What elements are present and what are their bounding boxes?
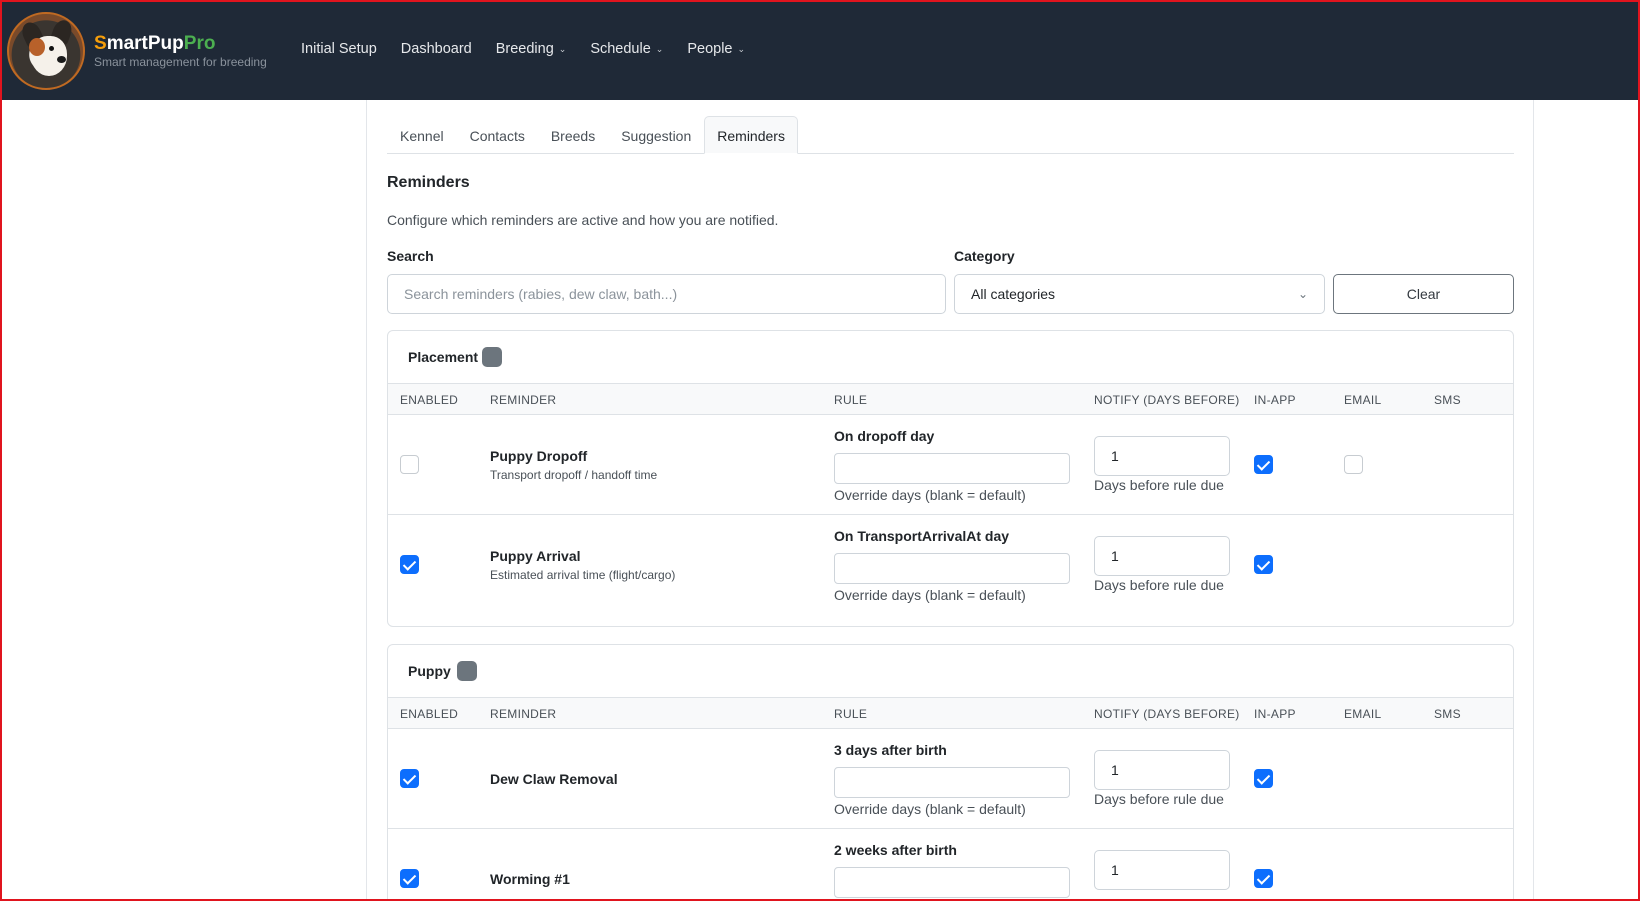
reminder-subtitle: Transport dropoff / handoff time xyxy=(490,468,658,482)
tab-kennel[interactable]: Kennel xyxy=(387,116,457,154)
col-notify: Notify (days before) xyxy=(1094,707,1240,721)
reminder-name: Puppy Arrival xyxy=(490,548,581,564)
chevron-down-icon: ⌄ xyxy=(737,43,746,54)
override-help: Override days (blank = default) xyxy=(834,587,1026,603)
reminder-subtitle: Estimated arrival time (flight/cargo) xyxy=(490,568,676,582)
table-row: Puppy Arrival Estimated arrival time (fl… xyxy=(388,515,1513,615)
inapp-checkbox[interactable] xyxy=(1254,769,1273,788)
enabled-checkbox[interactable] xyxy=(400,769,419,788)
nav-initial-setup[interactable]: Initial Setup xyxy=(301,41,377,57)
top-navbar: SmartPupPro Smart management for breedin… xyxy=(0,0,1640,100)
chevron-down-icon: ⌄ xyxy=(1297,287,1308,301)
rule-text: On TransportArrivalAt day xyxy=(834,528,1010,544)
chevron-down-icon: ⌄ xyxy=(655,43,664,54)
rule-text: 3 days after birth xyxy=(834,742,947,758)
notify-days-input[interactable] xyxy=(1094,850,1230,890)
override-help: Override days (blank = default) xyxy=(834,487,1026,503)
search-input[interactable] xyxy=(387,274,946,314)
notify-days-input[interactable] xyxy=(1094,750,1230,790)
group-name: Placement xyxy=(408,349,479,365)
email-checkbox[interactable] xyxy=(1344,455,1363,474)
group-badge xyxy=(482,347,502,367)
inapp-checkbox[interactable] xyxy=(1254,869,1273,888)
notify-days-input[interactable] xyxy=(1094,536,1230,576)
inapp-checkbox[interactable] xyxy=(1254,555,1273,574)
tab-reminders[interactable]: Reminders xyxy=(704,116,798,154)
group-badge xyxy=(457,661,477,681)
override-days-input[interactable] xyxy=(834,767,1070,798)
col-sms: SMS xyxy=(1434,393,1461,407)
table-header: Enabled Reminder Rule Notify (days befor… xyxy=(388,697,1513,729)
table-header: Enabled Reminder Rule Notify (days befor… xyxy=(388,383,1513,415)
nav-people[interactable]: People ⌄ xyxy=(687,41,745,57)
brand[interactable]: SmartPupPro Smart management for breedin… xyxy=(94,33,267,69)
days-help: Days before rule due xyxy=(1094,577,1224,593)
nav-breeding[interactable]: Breeding ⌄ xyxy=(496,41,567,57)
table-row: Dew Claw Removal 3 days after birth Over… xyxy=(388,729,1513,829)
group-header: Placement xyxy=(388,331,1513,383)
override-help: Override days (blank = default) xyxy=(834,801,1026,817)
override-days-input[interactable] xyxy=(834,453,1070,484)
col-reminder: Reminder xyxy=(490,393,557,407)
col-rule: Rule xyxy=(834,393,868,407)
group-puppy: Puppy Enabled Reminder Rule Notify (days… xyxy=(387,644,1514,901)
rule-text: 2 weeks after birth xyxy=(834,842,957,858)
enabled-checkbox[interactable] xyxy=(400,455,419,474)
col-sms: SMS xyxy=(1434,707,1461,721)
dog-logo-icon[interactable] xyxy=(7,12,85,90)
table-row: Worming #1 2 weeks after birth xyxy=(388,829,1513,901)
col-enabled: Enabled xyxy=(400,707,459,721)
nav-dashboard[interactable]: Dashboard xyxy=(401,41,472,57)
category-select[interactable]: All categories ⌄ xyxy=(954,274,1325,314)
col-reminder: Reminder xyxy=(490,707,557,721)
category-selected-value: All categories xyxy=(971,286,1056,302)
col-enabled: Enabled xyxy=(400,393,459,407)
section-title: Reminders xyxy=(387,174,470,191)
notify-days-input[interactable] xyxy=(1094,436,1230,476)
search-label: Search xyxy=(387,248,434,264)
col-email: Email xyxy=(1344,393,1382,407)
settings-card: Kennel Contacts Breeds Suggestion Remind… xyxy=(366,100,1534,901)
group-header: Puppy xyxy=(388,645,1513,697)
days-help: Days before rule due xyxy=(1094,791,1224,807)
clear-button[interactable]: Clear xyxy=(1333,274,1514,314)
col-inapp: In-App xyxy=(1254,707,1296,721)
group-placement: Placement Enabled Reminder Rule Notify (… xyxy=(387,330,1514,627)
enabled-checkbox[interactable] xyxy=(400,869,419,888)
col-inapp: In-App xyxy=(1254,393,1296,407)
chevron-down-icon: ⌄ xyxy=(558,43,567,54)
col-notify: Notify (days before) xyxy=(1094,393,1240,407)
days-help: Days before rule due xyxy=(1094,477,1224,493)
tab-suggestion[interactable]: Suggestion xyxy=(608,116,704,154)
group-name: Puppy xyxy=(408,663,451,679)
tab-contacts[interactable]: Contacts xyxy=(457,116,538,154)
reminder-name: Worming #1 xyxy=(490,871,570,887)
settings-tabs: Kennel Contacts Breeds Suggestion Remind… xyxy=(387,116,1514,154)
main-nav: Initial Setup Dashboard Breeding ⌄ Schedu… xyxy=(301,41,769,57)
section-description: Configure which reminders are active and… xyxy=(387,212,779,228)
brand-tagline: Smart management for breeding xyxy=(94,55,267,69)
rule-text: On dropoff day xyxy=(834,428,935,444)
nav-schedule[interactable]: Schedule ⌄ xyxy=(590,41,663,57)
reminder-name: Dew Claw Removal xyxy=(490,771,618,787)
col-rule: Rule xyxy=(834,707,868,721)
reminder-name: Puppy Dropoff xyxy=(490,448,588,464)
tab-breeds[interactable]: Breeds xyxy=(538,116,608,154)
override-days-input[interactable] xyxy=(834,553,1070,584)
col-email: Email xyxy=(1344,707,1382,721)
category-label: Category xyxy=(954,248,1015,264)
brand-name: SmartPupPro xyxy=(94,33,216,54)
enabled-checkbox[interactable] xyxy=(400,555,419,574)
table-row: Puppy Dropoff Transport dropoff / handof… xyxy=(388,415,1513,515)
override-days-input[interactable] xyxy=(834,867,1070,898)
inapp-checkbox[interactable] xyxy=(1254,455,1273,474)
